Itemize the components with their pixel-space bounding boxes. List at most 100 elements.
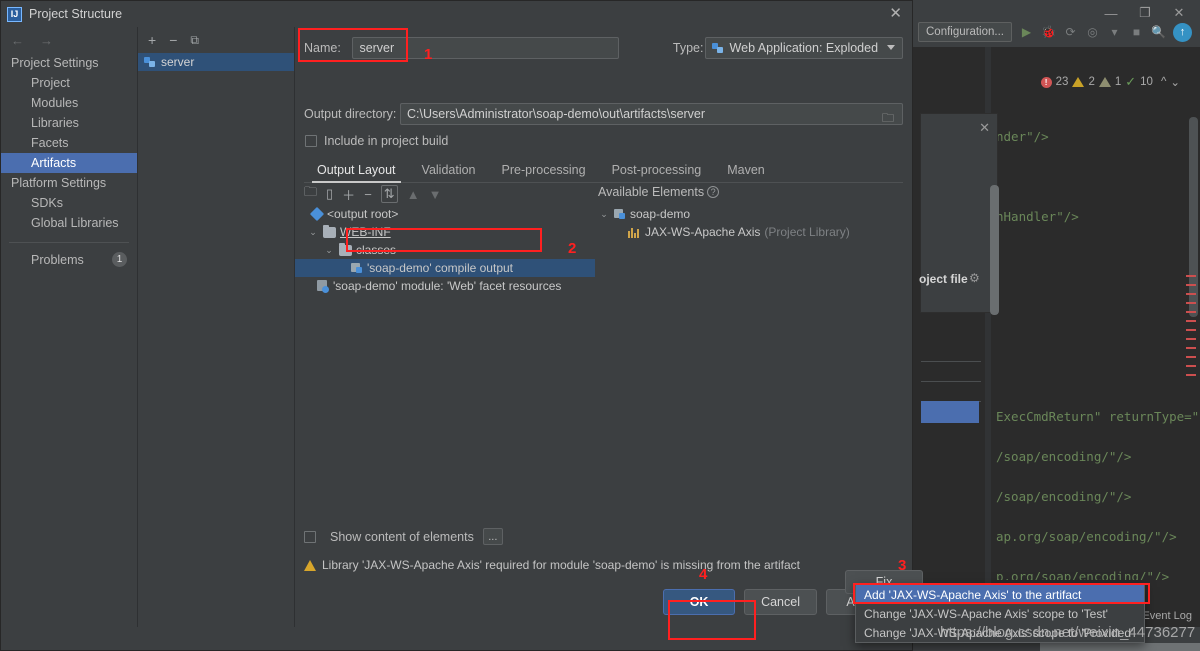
- tab-maven[interactable]: Maven: [714, 163, 778, 182]
- remove-icon[interactable]: −: [364, 187, 372, 202]
- stop-icon[interactable]: ■: [1129, 25, 1144, 39]
- background-dialog: ✕ oject file ⚙: [920, 113, 998, 313]
- sidebar-item-project[interactable]: Project: [1, 73, 137, 93]
- name-label: Name:: [304, 41, 352, 55]
- gear-icon[interactable]: ⚙: [969, 271, 980, 285]
- run-with-coverage-icon[interactable]: ⟳: [1063, 25, 1078, 39]
- tab-validation[interactable]: Validation: [409, 163, 489, 182]
- sidebar-group-project-settings: Project Settings: [1, 53, 137, 73]
- warning-icon: [1072, 77, 1084, 87]
- module-output-icon: [351, 262, 363, 274]
- add-artifact-button[interactable]: +: [148, 32, 156, 48]
- scroll-up-icon[interactable]: ^: [1161, 76, 1166, 88]
- artifact-list-toolbar: + − ⧉: [138, 27, 294, 53]
- tree-node-web-inf[interactable]: ⌄ WEB-INF: [295, 223, 595, 241]
- folder-browse-icon[interactable]: 🗀: [882, 109, 894, 130]
- debug-icon[interactable]: 🐞: [1041, 25, 1056, 39]
- tab-pre-processing[interactable]: Pre-processing: [489, 163, 599, 182]
- output-layout-toolbar: 🗀 ▯ ＋ − ⇅ ▲ ▼: [304, 184, 441, 204]
- tree-node-web-facet-resources[interactable]: 'soap-demo' module: 'Web' facet resource…: [295, 277, 595, 295]
- weak-warning-icon: [1099, 77, 1111, 87]
- back-arrow-icon[interactable]: ←: [11, 33, 24, 48]
- sidebar-item-problems[interactable]: Problems 1: [1, 249, 137, 270]
- include-in-build-label: Include in project build: [324, 134, 448, 148]
- move-up-icon[interactable]: ▲: [407, 187, 420, 202]
- type-dropdown[interactable]: Web Application: Exploded: [705, 37, 903, 59]
- popup-item-change-scope-test[interactable]: Change 'JAX-WS-Apache Axis' scope to 'Te…: [856, 604, 1144, 623]
- weak-warning-count: 1: [1115, 76, 1121, 88]
- sidebar-item-facets[interactable]: Facets: [1, 133, 137, 153]
- tab-post-processing[interactable]: Post-processing: [599, 163, 715, 182]
- watermark-text: https://blog.csdn.net/weixin_44736277: [940, 624, 1195, 641]
- include-in-build-checkbox[interactable]: [305, 135, 317, 147]
- ok-button[interactable]: OK: [663, 589, 735, 615]
- code-line: ExecCmdReturn" returnType="rt: [996, 409, 1200, 424]
- event-log-button[interactable]: Event Log: [1142, 610, 1192, 622]
- move-down-icon[interactable]: ▼: [429, 187, 442, 202]
- sort-icon[interactable]: ⇅: [381, 185, 398, 203]
- code-line: nder"/>: [996, 129, 1049, 144]
- tree-node-soap-demo-module[interactable]: ⌄ soap-demo: [598, 205, 898, 223]
- update-icon[interactable]: ↑: [1173, 23, 1192, 42]
- sidebar-item-global-libraries[interactable]: Global Libraries: [1, 213, 137, 233]
- code-line: nHandler"/>: [996, 209, 1079, 224]
- show-content-checkbox[interactable]: [304, 531, 316, 543]
- include-in-build-row[interactable]: Include in project build: [305, 134, 448, 148]
- tab-output-layout[interactable]: Output Layout: [304, 163, 409, 182]
- profile-icon[interactable]: ◎: [1085, 25, 1100, 39]
- status-bar-right-segment: [1040, 643, 1200, 651]
- web-application-icon: [712, 42, 724, 54]
- tree-twisty[interactable]: ⌄: [598, 209, 610, 220]
- tree-node-jaxws-library[interactable]: JAX-WS-Apache Axis (Project Library): [598, 223, 898, 241]
- show-content-label: Show content of elements: [330, 530, 474, 544]
- add-archive-icon[interactable]: ▯: [326, 186, 333, 202]
- tree-node-label: classes: [356, 243, 396, 257]
- artifact-label: server: [161, 55, 194, 69]
- output-directory-input[interactable]: C:\Users\Administrator\soap-demo\out\art…: [400, 103, 903, 125]
- tree-node-compile-output[interactable]: 'soap-demo' compile output: [295, 259, 595, 277]
- output-directory-label: Output directory:: [304, 107, 400, 121]
- show-content-options-button[interactable]: ...: [483, 528, 503, 545]
- popup-item-add-to-artifact[interactable]: Add 'JAX-WS-Apache Axis' to the artifact: [856, 585, 1144, 604]
- problems-count-badge: 1: [112, 252, 127, 267]
- chevron-down-icon[interactable]: ▾: [1107, 25, 1122, 39]
- editor-error-stripes: [1186, 275, 1198, 383]
- artifact-list-item-server[interactable]: server: [138, 53, 294, 71]
- help-icon[interactable]: ?: [707, 186, 719, 198]
- background-dialog-selected-row: [921, 401, 979, 423]
- error-count: 23: [1056, 76, 1069, 88]
- copy-artifact-button[interactable]: ⧉: [190, 33, 199, 48]
- scroll-down-icon[interactable]: ⌄: [1170, 75, 1180, 89]
- remove-artifact-button[interactable]: −: [169, 32, 177, 48]
- sidebar-item-sdks[interactable]: SDKs: [1, 193, 137, 213]
- run-configuration-button[interactable]: Configuration...: [918, 22, 1012, 42]
- name-input[interactable]: server: [352, 37, 618, 59]
- dialog-close-icon[interactable]: ✕: [889, 5, 902, 23]
- background-dialog-scrollbar[interactable]: [990, 185, 999, 315]
- add-copy-icon[interactable]: ＋: [342, 185, 355, 204]
- code-line: ap.org/soap/encoding/"/>: [996, 529, 1177, 544]
- sidebar-item-artifacts[interactable]: Artifacts: [1, 153, 137, 173]
- sidebar-item-libraries[interactable]: Libraries: [1, 113, 137, 133]
- output-directory-value: C:\Users\Administrator\soap-demo\out\art…: [407, 107, 705, 121]
- settings-sidebar: ← → Project Settings Project Modules Lib…: [1, 27, 138, 627]
- annotation-number-2: 2: [568, 240, 576, 257]
- available-elements-label: Available Elements: [598, 185, 704, 199]
- tree-node-classes[interactable]: ⌄ classes: [295, 241, 595, 259]
- check-count: 10: [1140, 76, 1153, 88]
- add-directory-icon[interactable]: 🗀: [304, 183, 317, 205]
- show-content-checkbox-row[interactable]: Show content of elements: [304, 530, 474, 544]
- available-elements-tree: ⌄ soap-demo JAX-WS-Apache Axis (Project …: [598, 205, 898, 241]
- warning-text: Library 'JAX-WS-Apache Axis' required fo…: [322, 558, 800, 572]
- inspection-widget[interactable]: ! 23 2 1 ✓ 10 ^ ⌄: [1041, 73, 1180, 91]
- background-dialog-close-icon[interactable]: ✕: [979, 120, 990, 136]
- tree-node-output-root[interactable]: <output root>: [295, 205, 595, 223]
- forward-arrow-icon[interactable]: →: [40, 33, 53, 48]
- error-icon: !: [1041, 77, 1052, 88]
- sidebar-item-modules[interactable]: Modules: [1, 93, 137, 113]
- run-icon[interactable]: ▶: [1019, 25, 1034, 39]
- tree-twisty[interactable]: ⌄: [323, 245, 335, 256]
- search-icon[interactable]: 🔍: [1151, 25, 1166, 39]
- cancel-button[interactable]: Cancel: [744, 589, 817, 615]
- tree-twisty[interactable]: ⌄: [307, 227, 319, 238]
